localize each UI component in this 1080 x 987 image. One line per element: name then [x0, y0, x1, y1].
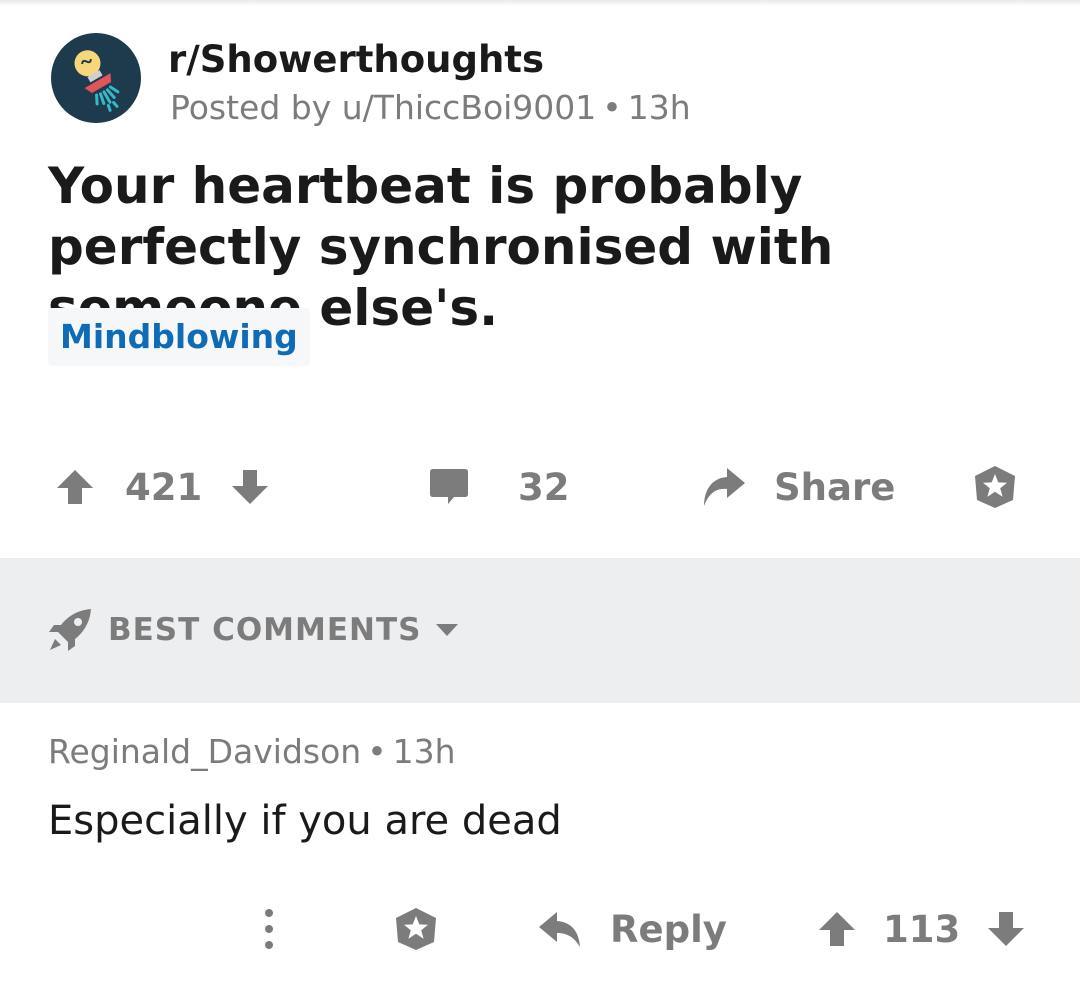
post-meta: Posted by u/ThiccBoi9001 • 13h — [170, 88, 691, 127]
comment-vote-bar: 113 — [817, 905, 1026, 953]
comment-body: Especially if you are dead — [48, 798, 562, 844]
comment-award-button[interactable] — [392, 905, 440, 953]
downvote-icon[interactable] — [986, 909, 1026, 949]
upvote-icon[interactable] — [55, 467, 95, 507]
award-icon — [392, 906, 440, 952]
post-vote-bar: 421 — [55, 462, 270, 512]
post-author[interactable]: Posted by u/ThiccBoi9001 — [170, 88, 596, 127]
rocket-icon — [48, 608, 92, 652]
comment-sort-bar: BEST COMMENTS — [0, 558, 1080, 703]
share-button[interactable]: Share — [700, 462, 895, 512]
reply-arrow-icon — [538, 909, 582, 949]
top-divider — [0, 0, 1080, 6]
comment-meta-separator: • — [367, 732, 387, 771]
comment-age: 13h — [392, 732, 456, 771]
comment-count: 32 — [518, 465, 570, 509]
post-age: 13h — [627, 88, 691, 127]
sort-dropdown[interactable]: BEST COMMENTS — [48, 608, 459, 652]
downvote-icon[interactable] — [230, 467, 270, 507]
subreddit-avatar[interactable] — [51, 33, 141, 123]
share-arrow-icon — [700, 465, 746, 509]
showerthoughts-avatar-icon — [51, 33, 141, 123]
more-options-button[interactable] — [262, 905, 276, 953]
comment-bubble-icon — [428, 467, 470, 507]
reply-label: Reply — [610, 907, 727, 951]
upvote-icon[interactable] — [817, 909, 857, 949]
post-score: 421 — [125, 465, 203, 509]
comments-button[interactable]: 32 — [428, 462, 570, 512]
subreddit-name[interactable]: r/Showerthoughts — [168, 38, 544, 81]
chevron-down-icon — [435, 623, 459, 637]
post-flair[interactable]: Mindblowing — [48, 308, 310, 366]
sort-label: BEST COMMENTS — [108, 612, 422, 648]
comment-meta: Reginald_Davidson • 13h — [48, 732, 456, 771]
award-button[interactable] — [971, 462, 1019, 512]
reply-button[interactable]: Reply — [538, 905, 727, 953]
share-label: Share — [774, 465, 896, 509]
more-vertical-icon — [262, 907, 276, 951]
comment-score: 113 — [883, 907, 961, 951]
award-icon — [971, 464, 1019, 510]
comment-author[interactable]: Reginald_Davidson — [48, 732, 361, 771]
meta-separator: • — [602, 88, 622, 127]
